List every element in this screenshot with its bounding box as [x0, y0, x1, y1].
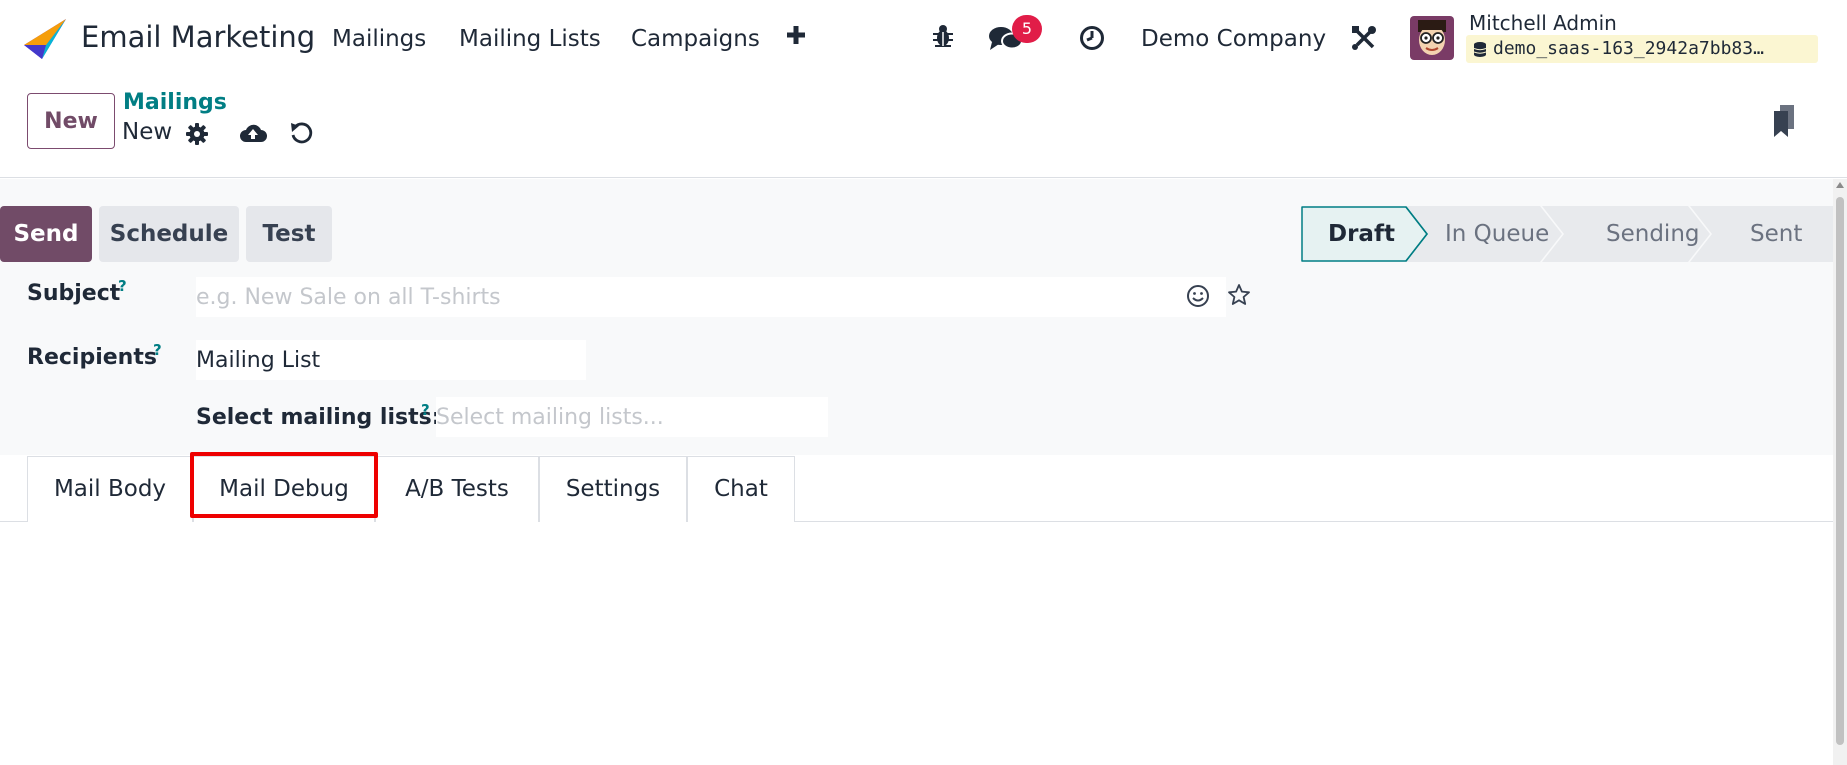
- top-navbar: Email Marketing Mailings Mailing Lists C…: [0, 0, 1847, 78]
- recipients-label: Recipients: [27, 345, 157, 370]
- new-button[interactable]: New: [27, 93, 115, 149]
- scrollbar[interactable]: [1833, 179, 1847, 765]
- subject-help[interactable]: ?: [118, 277, 127, 295]
- mailing-lists-help[interactable]: ?: [421, 401, 430, 419]
- tab-mail-debug[interactable]: Mail Debug: [193, 456, 375, 522]
- bug-icon[interactable]: [932, 24, 954, 48]
- clock-icon[interactable]: [1079, 25, 1105, 51]
- send-button[interactable]: Send: [0, 206, 92, 262]
- tab-settings[interactable]: Settings: [539, 456, 687, 522]
- scroll-up-arrow-icon[interactable]: [1836, 182, 1844, 188]
- messages-count-badge: 5: [1012, 15, 1042, 43]
- menu-mailings[interactable]: Mailings: [332, 26, 426, 52]
- mailing-lists-label: Select mailing lists:: [196, 405, 441, 430]
- stage-sent[interactable]: Sent: [1750, 221, 1802, 247]
- database-name: demo_saas-163_2942a7bb83…: [1493, 38, 1764, 59]
- user-name[interactable]: Mitchell Admin: [1469, 11, 1617, 35]
- test-button[interactable]: Test: [246, 206, 332, 262]
- menu-campaigns[interactable]: Campaigns: [631, 26, 760, 52]
- bookmark-icon[interactable]: [1774, 105, 1796, 137]
- database-chip[interactable]: demo_saas-163_2942a7bb83…: [1466, 35, 1818, 63]
- tab-mail-body[interactable]: Mail Body: [27, 456, 193, 522]
- stage-in-queue[interactable]: In Queue: [1445, 221, 1549, 247]
- menu-mailing-lists[interactable]: Mailing Lists: [459, 26, 601, 52]
- control-panel: New Mailings New: [0, 78, 1847, 178]
- subject-input[interactable]: [196, 277, 1226, 317]
- app-name[interactable]: Email Marketing: [81, 20, 315, 54]
- mailing-lists-input[interactable]: [436, 397, 828, 437]
- undo-icon[interactable]: [289, 121, 313, 145]
- email-marketing-logo-icon[interactable]: [24, 19, 66, 59]
- recipients-help[interactable]: ?: [153, 341, 162, 359]
- plus-icon[interactable]: [785, 24, 807, 46]
- status-stages: Draft In Queue Sending Sent: [1298, 206, 1834, 262]
- gear-icon[interactable]: [186, 123, 208, 145]
- stage-sending[interactable]: Sending: [1606, 221, 1700, 247]
- breadcrumb-current: New: [122, 119, 173, 145]
- star-icon[interactable]: [1227, 283, 1251, 307]
- database-icon: [1474, 42, 1486, 57]
- schedule-button[interactable]: Schedule: [99, 206, 239, 262]
- breadcrumb-mailings[interactable]: Mailings: [123, 90, 227, 115]
- recipients-select[interactable]: Mailing List: [196, 340, 586, 380]
- avatar[interactable]: [1410, 16, 1454, 60]
- company-switcher[interactable]: Demo Company: [1141, 26, 1326, 52]
- user-avatar-icon: [1410, 16, 1454, 60]
- stage-draft[interactable]: Draft: [1328, 221, 1395, 247]
- tab-ab-tests[interactable]: A/B Tests: [375, 456, 539, 522]
- scroll-thumb[interactable]: [1836, 197, 1844, 745]
- tools-icon[interactable]: [1351, 25, 1377, 51]
- emoji-icon[interactable]: [1186, 284, 1210, 308]
- cloud-upload-icon[interactable]: [239, 122, 267, 144]
- tab-chat[interactable]: Chat: [687, 456, 795, 522]
- subject-label: Subject: [27, 281, 121, 306]
